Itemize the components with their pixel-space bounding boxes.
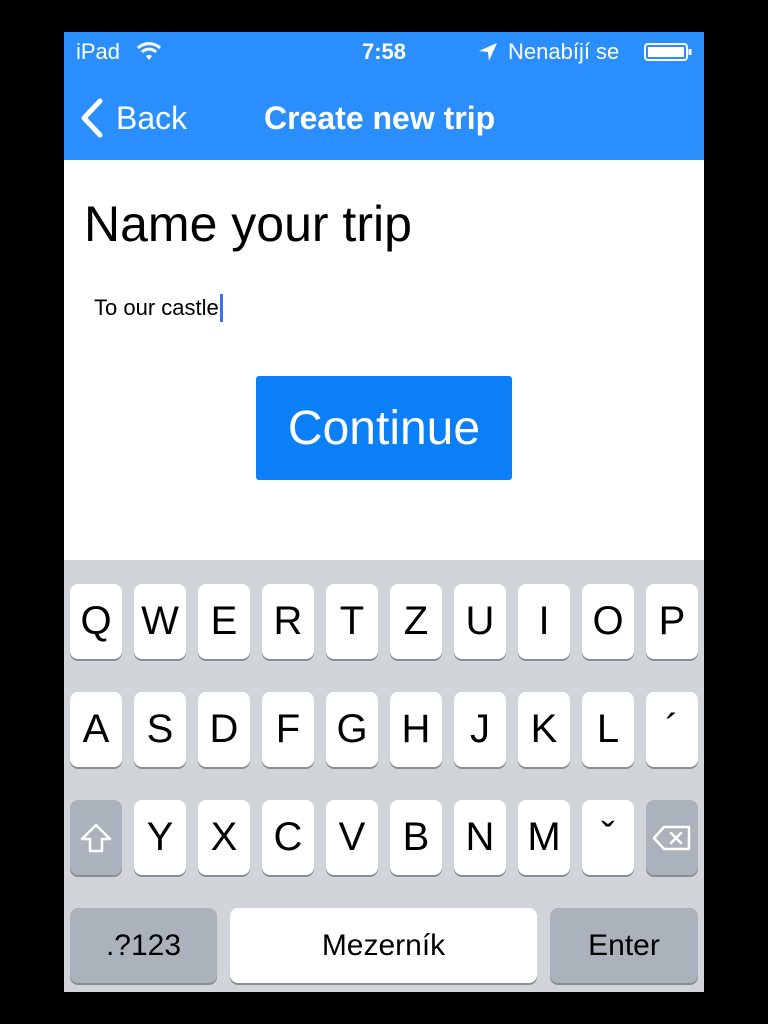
chevron-left-icon <box>81 98 103 138</box>
space-key[interactable]: Mezerník <box>230 908 537 983</box>
key-g[interactable]: G <box>326 692 378 767</box>
status-bar: iPad 7:58 Nenabíjí se <box>64 32 704 72</box>
key-f[interactable]: F <box>262 692 314 767</box>
continue-button[interactable]: Continue <box>256 376 512 480</box>
battery-icon <box>644 43 692 61</box>
key-v[interactable]: V <box>326 800 378 875</box>
key-y[interactable]: Y <box>134 800 186 875</box>
key-o[interactable]: O <box>582 584 634 659</box>
screen: iPad 7:58 Nenabíjí se Back Create new tr… <box>64 32 704 992</box>
key-j[interactable]: J <box>454 692 506 767</box>
key-w[interactable]: W <box>134 584 186 659</box>
key-a[interactable]: A <box>70 692 122 767</box>
key-e[interactable]: E <box>198 584 250 659</box>
key-b[interactable]: B <box>390 800 442 875</box>
key-caron[interactable]: ˇ <box>582 800 634 875</box>
trip-name-value: To our castle <box>94 295 219 320</box>
key-k[interactable]: K <box>518 692 570 767</box>
location-arrow-icon <box>479 43 497 61</box>
key-u[interactable]: U <box>454 584 506 659</box>
backspace-icon <box>652 825 691 850</box>
trip-name-input[interactable]: To our castle <box>94 290 223 326</box>
key-i[interactable]: I <box>518 584 570 659</box>
numbers-key[interactable]: .?123 <box>70 908 217 983</box>
backspace-key[interactable] <box>646 800 698 875</box>
page-title: Name your trip <box>84 196 412 252</box>
key-d[interactable]: D <box>198 692 250 767</box>
shift-key[interactable] <box>70 800 122 875</box>
back-button[interactable]: Back <box>78 96 187 140</box>
key-z[interactable]: Z <box>390 584 442 659</box>
key-acute-accent[interactable]: ´ <box>646 692 698 767</box>
key-r[interactable]: R <box>262 584 314 659</box>
key-l[interactable]: L <box>582 692 634 767</box>
text-caret <box>219 294 223 322</box>
key-p[interactable]: P <box>646 584 698 659</box>
nav-title: Create new trip <box>264 100 496 136</box>
key-m[interactable]: M <box>518 800 570 875</box>
key-q[interactable]: Q <box>70 584 122 659</box>
key-h[interactable]: H <box>390 692 442 767</box>
onscreen-keyboard: Q W E R T Z U I O P A S D F G H J K L ´ … <box>64 560 704 992</box>
navigation-header: iPad 7:58 Nenabíjí se Back Create new tr… <box>64 32 704 160</box>
key-n[interactable]: N <box>454 800 506 875</box>
key-s[interactable]: S <box>134 692 186 767</box>
shift-arrow-icon <box>80 823 112 852</box>
enter-key[interactable]: Enter <box>550 908 698 983</box>
charging-status: Nenabíjí se <box>508 39 620 64</box>
back-button-label: Back <box>116 100 188 136</box>
key-c[interactable]: C <box>262 800 314 875</box>
key-x[interactable]: X <box>198 800 250 875</box>
key-t[interactable]: T <box>326 584 378 659</box>
